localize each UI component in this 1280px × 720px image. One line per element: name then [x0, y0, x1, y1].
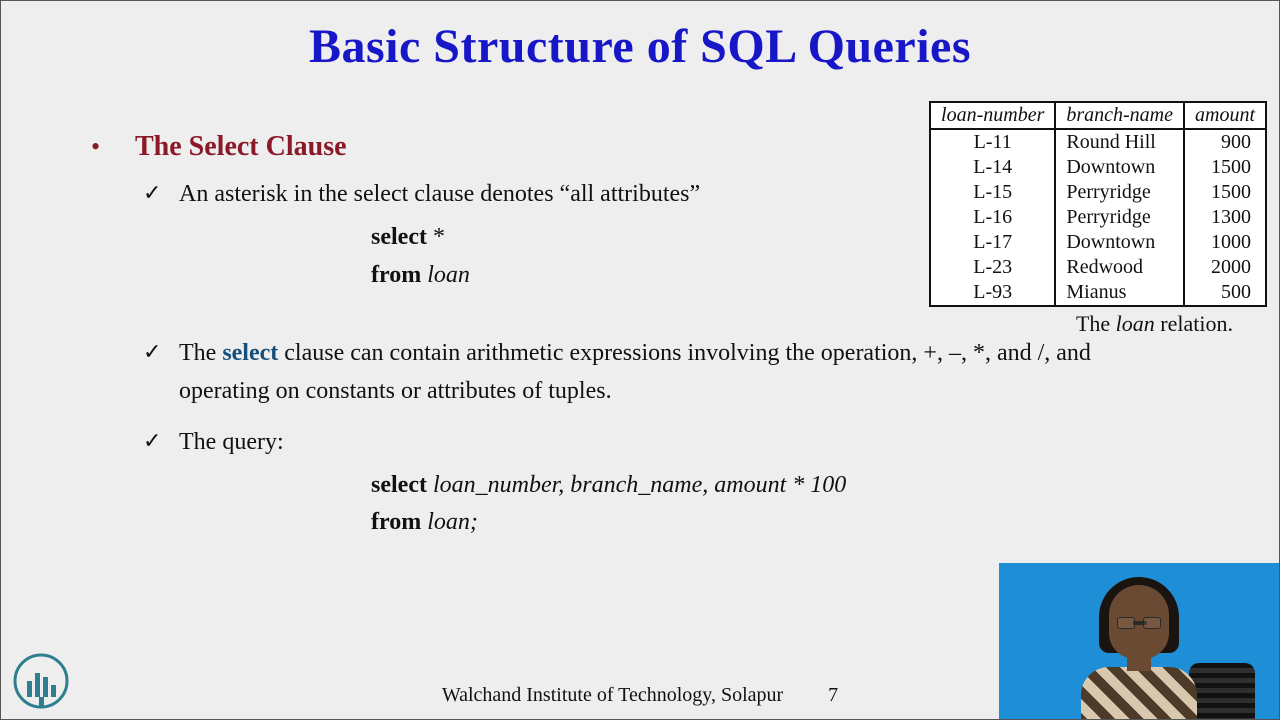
cell: Perryridge — [1055, 205, 1184, 230]
table-header-row: loan-number branch-name amount — [931, 103, 1265, 129]
section-heading: The Select Clause — [135, 131, 347, 163]
th-loan-number: loan-number — [931, 103, 1055, 129]
cell: L-15 — [931, 180, 1055, 205]
table-row: L-17 Downtown 1000 — [931, 230, 1265, 255]
cell: 1500 — [1184, 180, 1265, 205]
presenter-video-overlay — [999, 563, 1279, 719]
text: clause can contain arithmetic expression… — [179, 340, 1091, 404]
cell: 500 — [1184, 280, 1265, 305]
code-text: loan — [421, 262, 470, 288]
keyword: select — [371, 472, 427, 498]
code-text: loan; — [421, 509, 478, 535]
table-caption: The loan relation. — [1076, 311, 1233, 337]
point-2-text: The select clause can contain arithmetic… — [179, 334, 1159, 411]
cell: Downtown — [1055, 230, 1184, 255]
cell: L-14 — [931, 155, 1055, 180]
keyword: from — [371, 262, 421, 288]
cell: 2000 — [1184, 255, 1265, 280]
point-3: ✓ The query: — [143, 423, 1201, 461]
code-text: loan_number, branch_name, amount * 100 — [427, 472, 846, 498]
person-shoulders — [1081, 667, 1197, 719]
code-line: from loan; — [371, 504, 1201, 541]
th-amount: amount — [1184, 103, 1265, 129]
footer-org: Walchand Institute of Technology, Solapu… — [442, 684, 783, 706]
table-row: L-93 Mianus 500 — [931, 280, 1265, 305]
cell: 1500 — [1184, 155, 1265, 180]
table-row: L-11 Round Hill 900 — [931, 129, 1265, 155]
slide: Basic Structure of SQL Queries • The Sel… — [0, 0, 1280, 720]
table-row: L-16 Perryridge 1300 — [931, 205, 1265, 230]
cell: Perryridge — [1055, 180, 1184, 205]
cell: Mianus — [1055, 280, 1184, 305]
code-block-2: select loan_number, branch_name, amount … — [371, 467, 1201, 541]
cell: Round Hill — [1055, 129, 1184, 155]
text: relation. — [1155, 311, 1233, 336]
th-branch-name: branch-name — [1055, 103, 1184, 129]
point-3-text: The query: — [179, 423, 1159, 461]
footer-page-number: 7 — [828, 684, 838, 707]
text: loan — [1116, 311, 1155, 336]
institute-logo-icon — [9, 651, 73, 711]
check-icon: ✓ — [143, 175, 179, 210]
cell: 1300 — [1184, 205, 1265, 230]
text: The — [1076, 311, 1116, 336]
table-row: L-15 Perryridge 1500 — [931, 180, 1265, 205]
text: The — [179, 340, 222, 366]
table-row: L-14 Downtown 1500 — [931, 155, 1265, 180]
chair-shape — [1189, 663, 1255, 719]
cell: L-16 — [931, 205, 1055, 230]
cell: 1000 — [1184, 230, 1265, 255]
table: loan-number branch-name amount L-11 Roun… — [931, 103, 1265, 305]
cell: Downtown — [1055, 155, 1184, 180]
check-icon: ✓ — [143, 423, 179, 458]
check-icon: ✓ — [143, 334, 179, 369]
keyword: select — [371, 224, 427, 250]
cell: 900 — [1184, 129, 1265, 155]
cell: L-11 — [931, 129, 1055, 155]
code-line: select loan_number, branch_name, amount … — [371, 467, 1201, 504]
point-2: ✓ The select clause can contain arithmet… — [143, 334, 1201, 411]
cell: L-17 — [931, 230, 1055, 255]
bullet-icon: • — [91, 134, 135, 160]
slide-title: Basic Structure of SQL Queries — [1, 19, 1279, 74]
code-text: * — [427, 224, 445, 250]
cell: Redwood — [1055, 255, 1184, 280]
keyword-select: select — [222, 340, 278, 366]
table-row: L-23 Redwood 2000 — [931, 255, 1265, 280]
loan-table: loan-number branch-name amount L-11 Roun… — [929, 101, 1267, 307]
cell: L-23 — [931, 255, 1055, 280]
cell: L-93 — [931, 280, 1055, 305]
glasses-icon — [1117, 617, 1161, 629]
keyword: from — [371, 509, 421, 535]
